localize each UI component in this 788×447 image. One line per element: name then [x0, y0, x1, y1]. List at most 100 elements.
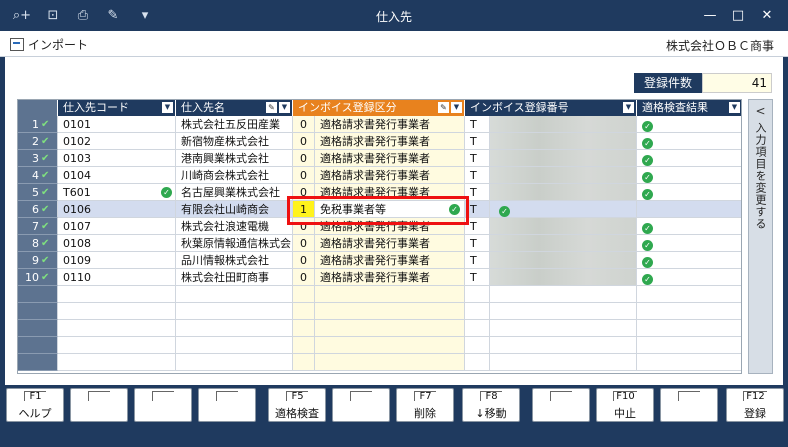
maximize-button[interactable]: □ — [728, 6, 748, 26]
name-cell[interactable] — [176, 337, 293, 354]
table-row[interactable]: 4 ✔ 0104 川崎商会株式会社 0 適格請求書発行事業者 T ✓ — [18, 167, 741, 184]
name-cell[interactable] — [176, 354, 293, 371]
registration-prefix-cell[interactable] — [465, 320, 490, 337]
table-row[interactable]: 9 ✔ 0109 品川情報株式会社 0 適格請求書発行事業者 T ✓ — [18, 252, 741, 269]
filter-dropdown-icon[interactable]: ▼ — [729, 102, 740, 113]
category-text-cell[interactable] — [315, 354, 465, 371]
check-result-cell[interactable]: ✓ — [637, 116, 741, 133]
code-cell[interactable]: 0101 — [58, 116, 176, 133]
minimize-button[interactable]: — — [700, 6, 720, 26]
check-result-cell[interactable]: ✓ — [637, 184, 741, 201]
check-result-cell[interactable] — [637, 320, 741, 337]
check-result-cell[interactable]: ✓ — [637, 235, 741, 252]
column-header-invoice-category[interactable]: インボイス登録区分 ✎ ▼ — [293, 100, 465, 116]
category-number-cell[interactable]: 0 — [293, 150, 315, 167]
chevron-left-icon[interactable]: < — [749, 104, 772, 118]
category-number-cell[interactable] — [293, 337, 315, 354]
check-result-cell[interactable] — [637, 337, 741, 354]
table-row[interactable]: 1 ✔ 0101 株式会社五反田産業 0 適格請求書発行事業者 T ✓ — [18, 116, 741, 133]
fkey-f5-button[interactable]: F5 適格検査 — [268, 388, 326, 422]
category-number-cell[interactable]: 0 — [293, 133, 315, 150]
registration-number-cell[interactable] — [490, 235, 637, 252]
category-text-cell[interactable] — [315, 286, 465, 303]
registration-number-cell[interactable] — [490, 252, 637, 269]
check-result-cell[interactable]: ✓ — [637, 167, 741, 184]
name-cell[interactable] — [176, 286, 293, 303]
table-row[interactable]: 10 ✔ 0110 株式会社田町商事 0 適格請求書発行事業者 T ✓ — [18, 269, 741, 286]
category-text-cell[interactable] — [315, 303, 465, 320]
fkey-f10-button[interactable]: F10 中止 — [596, 388, 654, 422]
name-cell[interactable]: 新宿物産株式会社 — [176, 133, 293, 150]
registration-prefix-cell[interactable] — [465, 286, 490, 303]
category-number-cell[interactable] — [293, 354, 315, 371]
code-cell[interactable]: T601 ✓ — [58, 184, 176, 201]
column-header-name[interactable]: 仕入先名 ✎ ▼ — [176, 100, 293, 116]
table-row[interactable]: 8 ✔ 0108 秋葉原情報通信株式会 0 適格請求書発行事業者 T ✓ — [18, 235, 741, 252]
check-result-cell[interactable]: ✓ — [637, 133, 741, 150]
category-number-cell[interactable] — [293, 303, 315, 320]
check-result-cell[interactable]: ✓ — [637, 150, 741, 167]
check-result-cell[interactable]: ✓ — [637, 218, 741, 235]
registration-number-cell[interactable] — [490, 133, 637, 150]
filter-dropdown-icon[interactable]: ▼ — [279, 102, 290, 113]
check-result-cell[interactable]: ✓ — [637, 269, 741, 286]
table-row[interactable] — [18, 286, 741, 303]
registration-prefix-cell[interactable]: T — [465, 252, 490, 269]
registration-prefix-cell[interactable]: T — [465, 269, 490, 286]
registration-number-cell[interactable] — [490, 116, 637, 133]
filter-dropdown-icon[interactable]: ▼ — [451, 102, 462, 113]
name-cell[interactable]: 株式会社浪速電機 — [176, 218, 293, 235]
name-cell[interactable]: 株式会社五反田産業 — [176, 116, 293, 133]
code-cell[interactable]: 0103 — [58, 150, 176, 167]
code-cell[interactable] — [58, 303, 176, 320]
category-text-cell[interactable] — [315, 337, 465, 354]
fkey-empty-button[interactable] — [532, 388, 590, 422]
check-result-cell[interactable] — [637, 354, 741, 371]
code-cell[interactable] — [58, 286, 176, 303]
check-result-cell[interactable] — [637, 303, 741, 320]
name-cell[interactable] — [176, 303, 293, 320]
code-cell[interactable] — [58, 337, 176, 354]
category-number-cell[interactable]: 0 — [293, 167, 315, 184]
registration-number-cell[interactable] — [490, 303, 637, 320]
table-row[interactable] — [18, 303, 741, 320]
category-number-cell[interactable] — [293, 320, 315, 337]
registration-number-cell[interactable] — [490, 218, 637, 235]
registration-prefix-cell[interactable]: T — [465, 116, 490, 133]
table-row[interactable] — [18, 320, 741, 337]
change-input-fields-panel[interactable]: < 入力項目を変更する — [748, 99, 773, 374]
category-text-cell[interactable]: 適格請求書発行事業者 — [315, 167, 465, 184]
name-cell[interactable]: 港南興業株式会社 — [176, 150, 293, 167]
code-cell[interactable] — [58, 320, 176, 337]
table-row[interactable]: 3 ✔ 0103 港南興業株式会社 0 適格請求書発行事業者 T ✓ — [18, 150, 741, 167]
name-cell[interactable]: 株式会社田町商事 — [176, 269, 293, 286]
registration-number-cell[interactable] — [490, 167, 637, 184]
code-cell[interactable]: 0107 — [58, 218, 176, 235]
registration-prefix-cell[interactable] — [465, 337, 490, 354]
fkey-empty-button[interactable] — [198, 388, 256, 422]
category-number-cell[interactable]: 0 — [293, 116, 315, 133]
fkey-f12-button[interactable]: F12 登録 — [726, 388, 784, 422]
fkey-f8-button[interactable]: F8 ↓移動 — [462, 388, 520, 422]
name-cell[interactable]: 名古屋興業株式会社 — [176, 184, 293, 201]
registration-number-cell[interactable]: ✓ — [490, 201, 637, 218]
category-number-cell[interactable]: 0 — [293, 252, 315, 269]
category-text-cell[interactable]: 適格請求書発行事業者 — [315, 133, 465, 150]
name-cell[interactable]: 川崎商会株式会社 — [176, 167, 293, 184]
check-result-cell[interactable] — [637, 286, 741, 303]
category-text-cell[interactable]: 適格請求書発行事業者 — [315, 150, 465, 167]
registration-number-cell[interactable] — [490, 286, 637, 303]
table-row[interactable] — [18, 354, 741, 371]
name-cell[interactable]: 有限会社山崎商会 — [176, 201, 293, 218]
registration-prefix-cell[interactable]: T — [465, 235, 490, 252]
registration-number-cell[interactable] — [490, 337, 637, 354]
column-header-code[interactable]: 仕入先コード ▼ — [58, 100, 176, 116]
category-text-cell[interactable]: 適格請求書発行事業者 — [315, 116, 465, 133]
category-text-cell[interactable] — [315, 320, 465, 337]
fkey-f7-button[interactable]: F7 削除 — [396, 388, 454, 422]
registration-prefix-cell[interactable]: T — [465, 150, 490, 167]
table-row[interactable]: 2 ✔ 0102 新宿物産株式会社 0 適格請求書発行事業者 T ✓ — [18, 133, 741, 150]
code-cell[interactable] — [58, 354, 176, 371]
edit-icon[interactable]: ✎ — [266, 102, 277, 113]
registration-number-cell[interactable] — [490, 354, 637, 371]
